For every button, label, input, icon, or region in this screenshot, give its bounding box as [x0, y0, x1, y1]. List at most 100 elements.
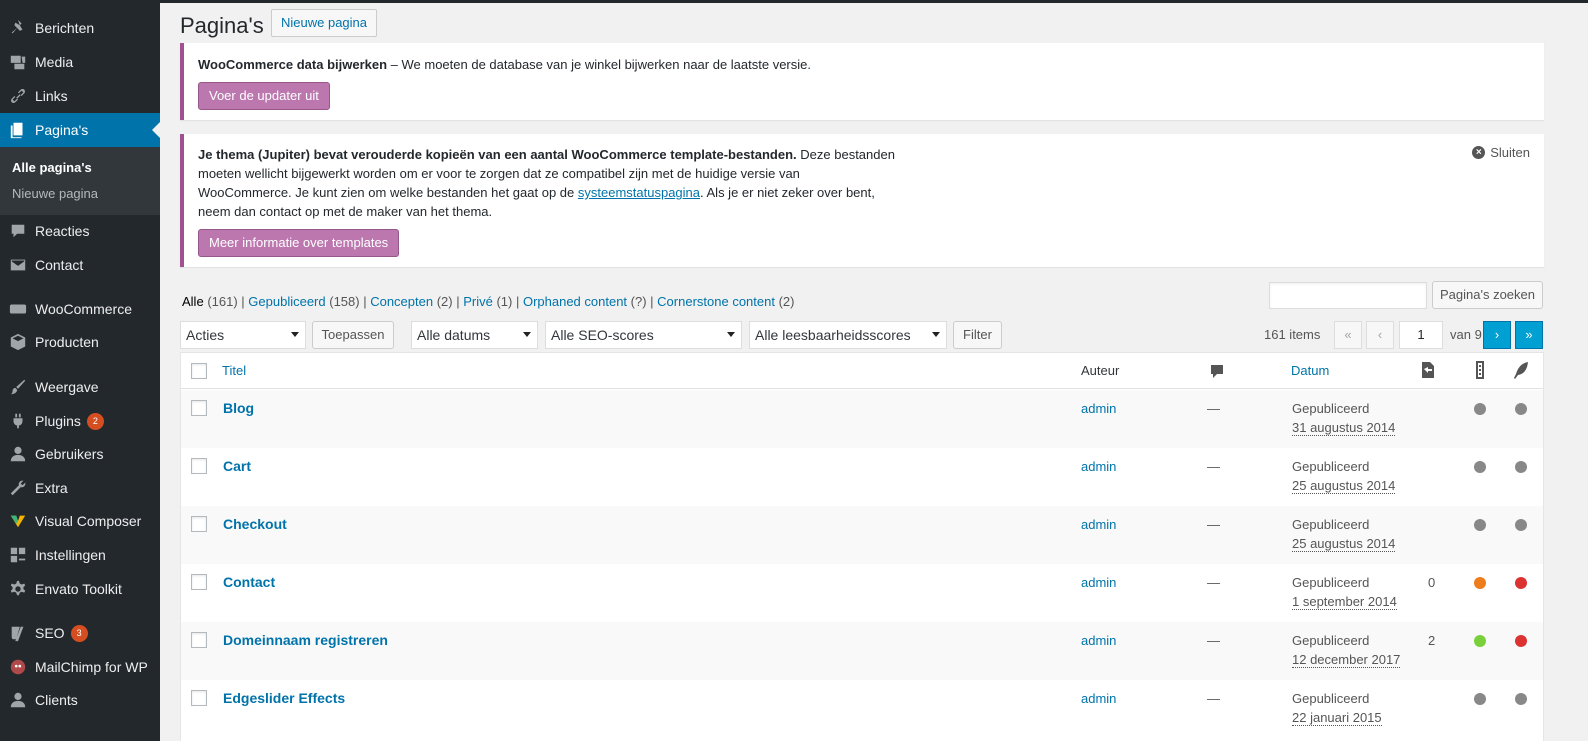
close-icon: × — [1472, 146, 1486, 159]
sidebar-item-reacties[interactable]: Reacties — [0, 214, 160, 248]
page-title-link[interactable]: Contact — [223, 574, 275, 590]
row-checkbox[interactable] — [191, 458, 207, 474]
bulk-actions-select[interactable]: Acties — [180, 321, 306, 349]
gear-icon — [8, 579, 28, 599]
run-updater-button[interactable]: Voer de updater uit — [198, 82, 330, 110]
box-icon — [8, 332, 28, 352]
search-pages-button[interactable]: Pagina's zoeken — [1432, 281, 1543, 309]
author-link[interactable]: admin — [1081, 459, 1116, 474]
readability-filter-value: Alle leesbaarheidsscores — [755, 327, 911, 343]
yoast-icon — [8, 623, 28, 643]
pages-icon — [8, 120, 28, 140]
sidebar-item-label: WooCommerce — [35, 301, 132, 317]
date-filter-select[interactable]: Alle datums — [411, 321, 538, 349]
wrench-icon — [8, 478, 28, 498]
view-private[interactable]: Privé — [463, 294, 493, 309]
sidebar-item-visual-composer[interactable]: Visual Composer — [0, 504, 160, 538]
sidebar-item-links[interactable]: Links — [0, 79, 160, 113]
sidebar-item-plugins[interactable]: Plugins 2 — [0, 404, 160, 438]
last-page-button[interactable]: » — [1515, 321, 1543, 349]
table-row: Checkout admin — Gepubliceerd 25 augustus 20… — [181, 506, 1543, 564]
seo-filter-select[interactable]: Alle SEO-scores — [545, 321, 742, 349]
readability-score-dot — [1515, 635, 1527, 647]
view-orphaned[interactable]: Orphaned content — [523, 294, 627, 309]
row-checkbox[interactable] — [191, 516, 207, 532]
readability-icon — [1511, 360, 1531, 383]
author-link[interactable]: admin — [1081, 575, 1116, 590]
comments-count: — — [1207, 401, 1220, 416]
template-notice-line3a: WooCommerce. Je kunt zien om welke besta… — [198, 185, 578, 200]
date-column-header[interactable]: Datum — [1291, 363, 1329, 378]
page-title-link[interactable]: Domeinnaam registreren — [223, 632, 388, 648]
sidebar-item-instellingen[interactable]: Instellingen — [0, 538, 160, 572]
sidebar-item-label: Gebruikers — [35, 446, 104, 462]
filter-button[interactable]: Filter — [953, 321, 1002, 349]
total-pages: van 9 — [1450, 327, 1482, 342]
view-cornerstone[interactable]: Cornerstone content — [657, 294, 775, 309]
publish-status: Gepubliceerd — [1292, 517, 1370, 532]
sidebar-item-paginas[interactable]: Pagina's — [0, 113, 160, 147]
sidebar-item-label: Reacties — [35, 223, 90, 239]
table-row: Cart admin — Gepubliceerd 25 augustus 2014 — [181, 448, 1543, 506]
row-checkbox[interactable] — [191, 690, 207, 706]
more-info-templates-button[interactable]: Meer informatie over templates — [198, 229, 400, 257]
readability-filter-select[interactable]: Alle leesbaarheidsscores — [749, 321, 947, 349]
publish-date: 25 augustus 2014 — [1292, 536, 1396, 552]
view-published[interactable]: Gepubliceerd — [248, 294, 325, 309]
sidebar-item-envato-toolkit[interactable]: Envato Toolkit — [0, 572, 160, 606]
sidebar-item-label: Pagina's — [35, 122, 89, 138]
page-title-link[interactable]: Cart — [223, 458, 251, 474]
apply-bulk-button[interactable]: Toepassen — [312, 321, 394, 349]
page-title-link[interactable]: Edgeslider Effects — [223, 690, 345, 706]
sidebar-item-producten[interactable]: Producten — [0, 325, 160, 359]
update-notice-text: WooCommerce data bijwerken – We moeten d… — [198, 55, 811, 74]
submenu-new-page[interactable]: Nieuwe pagina — [12, 186, 98, 201]
row-checkbox[interactable] — [191, 632, 207, 648]
add-new-page-button[interactable]: Nieuwe pagina — [271, 9, 378, 37]
dismiss-notice-button[interactable]: × Sluiten — [1472, 145, 1530, 160]
author-link[interactable]: admin — [1081, 517, 1116, 532]
sidebar-item-extra[interactable]: Extra — [0, 471, 160, 505]
sidebar-item-berichten[interactable]: Berichten — [0, 11, 160, 45]
seo-score-dot — [1474, 635, 1486, 647]
sidebar-item-label: Links — [35, 88, 68, 104]
system-status-link[interactable]: systeemstatuspagina — [578, 185, 700, 200]
publish-status: Gepubliceerd — [1292, 401, 1370, 416]
table-row: Blog admin — Gepubliceerd 31 augustus 2014 — [181, 390, 1543, 448]
author-column-header: Auteur — [1081, 363, 1120, 378]
search-pages-input[interactable] — [1269, 282, 1427, 309]
sidebar-item-label: Producten — [35, 334, 99, 350]
template-notice-line2: moeten wellicht bijgewerkt worden om er … — [198, 166, 800, 181]
update-notice-heading: WooCommerce data bijwerken — [198, 57, 388, 72]
sidebar-item-weergave[interactable]: Weergave — [0, 370, 160, 404]
current-page-input[interactable]: 1 — [1399, 321, 1443, 349]
view-drafts[interactable]: Concepten — [370, 294, 433, 309]
submenu-all-pages[interactable]: Alle pagina's — [12, 160, 92, 175]
update-notice-body: – We moeten de database van je winkel bi… — [387, 57, 811, 72]
link-count: 0 — [1428, 575, 1436, 590]
sidebar-item-gebruikers[interactable]: Gebruikers — [0, 437, 160, 471]
publish-date: 31 augustus 2014 — [1292, 420, 1396, 436]
next-page-button[interactable]: › — [1483, 321, 1511, 349]
template-notice-line1: Deze bestanden — [796, 147, 895, 162]
sidebar-item-mailchimp[interactable]: MailChimp for WP — [0, 650, 160, 684]
page-title-link[interactable]: Checkout — [223, 516, 287, 532]
author-link[interactable]: admin — [1081, 401, 1116, 416]
author-link[interactable]: admin — [1081, 691, 1116, 706]
sidebar-item-media[interactable]: Media — [0, 45, 160, 79]
sidebar-item-clients[interactable]: Clients — [0, 683, 160, 717]
prev-page-button[interactable]: ‹ — [1366, 321, 1394, 349]
title-column-header[interactable]: Titel — [222, 363, 246, 378]
view-count: (2) — [778, 294, 795, 309]
first-page-button[interactable]: « — [1334, 321, 1362, 349]
page-title-link[interactable]: Blog — [223, 400, 254, 416]
sidebar-item-label: Visual Composer — [35, 513, 142, 529]
row-checkbox[interactable] — [191, 400, 207, 416]
view-all[interactable]: Alle — [182, 294, 204, 309]
sidebar-item-contact[interactable]: Contact — [0, 248, 160, 282]
sidebar-item-woocommerce[interactable]: WooCommerce — [0, 292, 160, 326]
author-link[interactable]: admin — [1081, 633, 1116, 648]
select-all-checkbox[interactable] — [191, 363, 207, 379]
sidebar-item-seo[interactable]: SEO 3 — [0, 616, 160, 650]
row-checkbox[interactable] — [191, 574, 207, 590]
